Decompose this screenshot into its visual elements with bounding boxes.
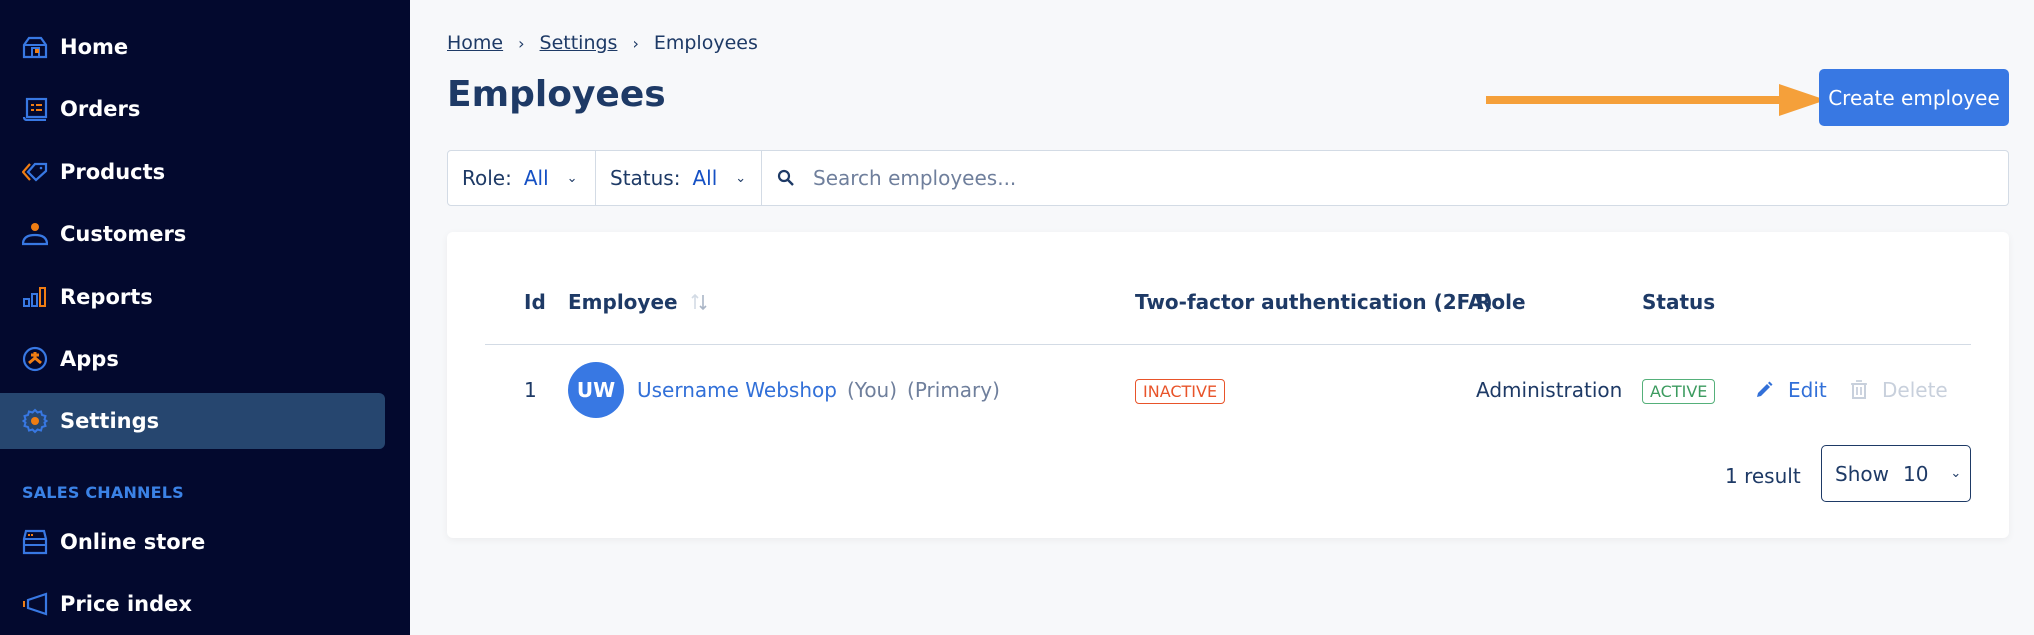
- filter-bar: Role: All ⌄ Status: All ⌄: [447, 150, 2009, 206]
- primary-tag: (Primary): [907, 378, 1000, 402]
- status-badge: ACTIVE: [1642, 379, 1716, 404]
- employees-table-card: Id Employee Two-factor authentication (2…: [447, 232, 2009, 538]
- chevron-right-icon: ›: [518, 33, 525, 53]
- sidebar: Home Orders Products Customers Reports A…: [0, 0, 410, 635]
- tag-icon: [22, 159, 48, 185]
- page-title: Employees: [447, 74, 666, 115]
- sidebar-item-customers[interactable]: Customers: [0, 206, 385, 262]
- column-header-id: Id: [524, 290, 546, 314]
- delete-button[interactable]: Delete: [1850, 378, 1948, 402]
- breadcrumb-settings[interactable]: Settings: [540, 32, 618, 54]
- employee-id: 1: [524, 378, 537, 402]
- sidebar-item-label: Price index: [60, 592, 192, 616]
- sidebar-section-title: SALES CHANNELS: [22, 483, 184, 502]
- sidebar-item-label: Home: [60, 35, 129, 59]
- page-size-value: 10: [1902, 461, 1929, 486]
- pencil-icon: [1757, 381, 1773, 397]
- employee-name: Username Webshop: [637, 378, 837, 402]
- edit-label: Edit: [1788, 378, 1827, 402]
- sidebar-item-label: Orders: [60, 97, 141, 121]
- sidebar-item-label: Settings: [60, 409, 160, 433]
- create-employee-button[interactable]: Create employee: [1819, 69, 2009, 126]
- status-filter-dropdown[interactable]: Status: All ⌄: [596, 151, 762, 205]
- apps-icon: [22, 346, 48, 372]
- status-filter-value: All: [692, 166, 718, 190]
- sidebar-item-orders[interactable]: Orders: [0, 81, 385, 137]
- search-input[interactable]: [813, 166, 1921, 190]
- home-icon: [22, 34, 48, 60]
- column-header-employee-label: Employee: [568, 290, 678, 314]
- orders-icon: [22, 96, 48, 122]
- page-size-label: Show: [1835, 461, 1889, 486]
- sidebar-item-apps[interactable]: Apps: [0, 331, 385, 387]
- annotation-arrow-icon: [1486, 84, 1826, 116]
- header-divider: [485, 344, 1971, 345]
- breadcrumb-home[interactable]: Home: [447, 32, 503, 54]
- sidebar-item-reports[interactable]: Reports: [0, 269, 385, 325]
- avatar: UW: [568, 362, 624, 418]
- employee-name-link[interactable]: Username Webshop (You) (Primary): [637, 378, 1000, 402]
- store-icon: [22, 529, 48, 555]
- 2fa-status-badge: INACTIVE: [1135, 379, 1226, 404]
- sidebar-item-label: Apps: [60, 347, 119, 371]
- column-header-role: Role: [1476, 290, 1526, 314]
- sidebar-item-products[interactable]: Products: [0, 144, 385, 200]
- page-size-select[interactable]: Show 10 ⌄: [1821, 445, 1971, 502]
- search-icon: [777, 169, 794, 186]
- chevron-right-icon: ›: [632, 33, 639, 53]
- sidebar-item-home[interactable]: Home: [0, 19, 385, 75]
- column-header-employee[interactable]: Employee: [568, 290, 708, 314]
- gear-icon: [22, 408, 48, 434]
- trash-icon: [1851, 380, 1867, 399]
- sidebar-item-price-index[interactable]: Price index: [0, 576, 385, 632]
- status-filter-label: Status:: [610, 166, 681, 190]
- column-header-status: Status: [1642, 290, 1716, 314]
- you-tag: (You): [846, 378, 898, 402]
- result-count: 1 result: [1725, 464, 1801, 488]
- sidebar-item-label: Products: [60, 160, 166, 184]
- chevron-down-icon: ⌄: [1950, 466, 1962, 481]
- role-filter-value: All: [523, 166, 549, 190]
- breadcrumb-current: Employees: [653, 32, 758, 54]
- chevron-down-icon: ⌄: [735, 170, 747, 186]
- column-header-2fa: Two-factor authentication (2FA): [1135, 290, 1493, 314]
- role-filter-dropdown[interactable]: Role: All ⌄: [448, 151, 596, 205]
- user-icon: [22, 221, 48, 247]
- sidebar-item-label: Customers: [60, 222, 187, 246]
- chevron-down-icon: ⌄: [566, 170, 578, 186]
- sidebar-item-settings[interactable]: Settings: [0, 393, 385, 449]
- role-filter-label: Role:: [462, 166, 512, 190]
- sidebar-item-label: Online store: [60, 530, 206, 554]
- delete-label: Delete: [1882, 378, 1948, 402]
- search-box: [762, 151, 2008, 205]
- edit-button[interactable]: Edit: [1754, 378, 1827, 402]
- bar-chart-icon: [22, 284, 48, 310]
- breadcrumb: Home › Settings › Employees: [447, 32, 758, 54]
- employee-role: Administration: [1476, 378, 1623, 402]
- sidebar-item-online-store[interactable]: Online store: [0, 514, 385, 570]
- sidebar-item-label: Reports: [60, 285, 153, 309]
- megaphone-icon: [22, 591, 48, 617]
- sort-icon[interactable]: [690, 292, 708, 312]
